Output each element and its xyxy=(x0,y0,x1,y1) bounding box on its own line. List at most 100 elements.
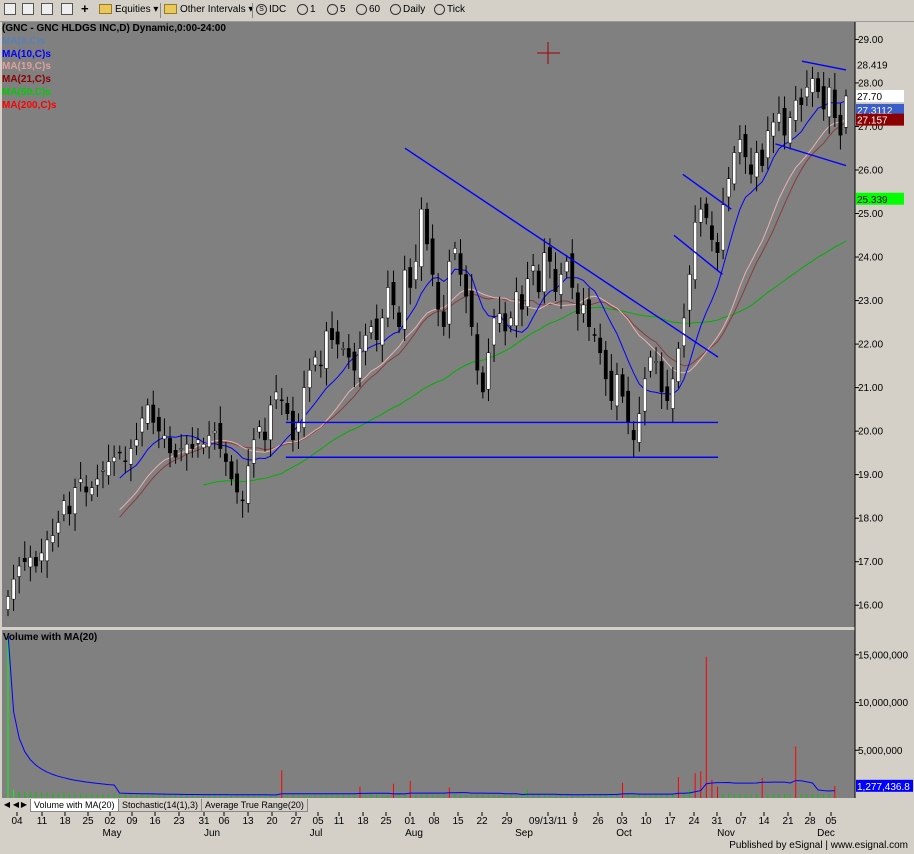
candle-body xyxy=(123,460,128,462)
y-tick-label: 20.00 xyxy=(858,427,883,438)
y-tick-label: 25.00 xyxy=(858,209,883,220)
candle-body xyxy=(128,448,133,465)
candle-body xyxy=(458,253,463,275)
x-tick-label: 9 xyxy=(572,816,578,827)
candle-body xyxy=(73,487,77,515)
x-tick-label: 06 xyxy=(218,816,230,827)
candle-body xyxy=(229,461,234,480)
candle-body xyxy=(313,356,318,366)
candle-body xyxy=(162,435,167,440)
candle-body xyxy=(346,348,351,358)
candle-body xyxy=(486,352,491,390)
candle-body xyxy=(173,450,178,458)
candle-body xyxy=(145,404,150,424)
x-tick-label: 13 xyxy=(242,816,254,827)
month-label: May xyxy=(103,828,122,839)
candle-body xyxy=(721,204,726,251)
candle-body xyxy=(324,330,329,369)
y-tick-label: 18.00 xyxy=(858,514,883,525)
candle-body xyxy=(134,439,139,447)
candle-body xyxy=(279,399,284,402)
candle-body xyxy=(777,113,781,123)
prev-tab-icon[interactable]: ◀ xyxy=(12,800,20,810)
candle-body xyxy=(39,552,44,562)
legend-item: MA(10,C)s xyxy=(2,48,51,60)
candle-body xyxy=(637,413,642,443)
tab-atr[interactable]: Average True Range(20) xyxy=(201,799,308,812)
candle-body xyxy=(553,268,558,293)
candle-body xyxy=(827,87,832,118)
candle-body xyxy=(520,294,524,310)
x-tick-label: 09 xyxy=(126,816,138,827)
x-tick-label: 28 xyxy=(804,816,816,827)
legend-item: MA(8,C)s xyxy=(2,35,46,47)
month-label: Oct xyxy=(616,828,632,839)
y-tick-label: 29.00 xyxy=(858,35,883,46)
candle-body xyxy=(726,178,731,198)
candle-body xyxy=(156,416,161,432)
candle-body xyxy=(480,372,485,393)
candle-body xyxy=(804,87,809,98)
candle-body xyxy=(492,317,496,346)
candle-body xyxy=(397,312,401,327)
candle-body xyxy=(749,164,753,175)
candle-body xyxy=(341,348,346,350)
vol-tick-label: 15,000,000 xyxy=(858,650,908,661)
first-tab-icon[interactable]: ◀ xyxy=(3,800,11,810)
candle-body xyxy=(151,404,156,423)
candle-body xyxy=(380,317,385,346)
candle-body xyxy=(620,374,625,397)
x-tick-label: 14 xyxy=(758,816,770,827)
study-tabs: ◀ ◀ ▶ Volume with MA(20) Stochastic(14(1… xyxy=(0,799,856,812)
candle-body xyxy=(631,430,636,441)
candle-body xyxy=(296,422,301,433)
x-tick-label: 05 xyxy=(825,816,837,827)
candle-body xyxy=(251,439,256,464)
candle-body xyxy=(369,326,374,334)
next-tab-icon[interactable]: ▶ xyxy=(20,800,28,810)
candle-body xyxy=(497,313,502,324)
candle-body xyxy=(592,334,597,336)
candle-body xyxy=(235,473,239,493)
candle-body xyxy=(575,292,580,314)
y-tick-label: 19.00 xyxy=(858,470,883,481)
candle-body xyxy=(95,478,100,486)
x-tick-label: 21 xyxy=(782,816,794,827)
badge-high: 28.419 xyxy=(857,61,888,72)
candle-body xyxy=(687,274,692,311)
candle-body xyxy=(760,149,765,166)
candle-body xyxy=(268,404,273,441)
tab-stochastic[interactable]: Stochastic(14(1),3) xyxy=(118,799,203,812)
candle-body xyxy=(28,557,33,568)
candle-body xyxy=(430,238,435,275)
candle-body xyxy=(11,578,16,600)
candle-body xyxy=(34,557,38,567)
candle-body xyxy=(464,274,469,297)
x-tick-label: 27 xyxy=(290,816,302,827)
candle-body xyxy=(838,114,843,136)
month-label: Dec xyxy=(817,828,835,839)
x-tick-label: 20 xyxy=(266,816,278,827)
candle-body xyxy=(765,130,770,159)
candle-body xyxy=(536,270,541,293)
x-tick-label: 25 xyxy=(82,816,94,827)
candle-body xyxy=(799,97,804,105)
chart-canvas[interactable]: 29.0028.0027.0026.0025.0024.0023.0022.00… xyxy=(0,0,914,854)
tab-volume[interactable]: Volume with MA(20) xyxy=(30,799,119,812)
candle-body xyxy=(22,557,27,562)
x-tick-label: 08 xyxy=(428,816,440,827)
candle-body xyxy=(335,331,340,345)
candle-body xyxy=(402,269,407,330)
candle-body xyxy=(810,78,815,93)
candle-body xyxy=(508,317,513,327)
candle-body xyxy=(743,134,748,158)
candle-body xyxy=(682,317,686,347)
x-tick-label: 07 xyxy=(735,816,747,827)
candle-body xyxy=(503,313,508,332)
month-label: Aug xyxy=(405,828,423,839)
x-tick-label: 03 xyxy=(616,816,628,827)
candle-body xyxy=(67,505,72,515)
candle-body xyxy=(318,364,323,367)
candle-body xyxy=(207,435,212,448)
x-tick-label: 18 xyxy=(59,816,71,827)
